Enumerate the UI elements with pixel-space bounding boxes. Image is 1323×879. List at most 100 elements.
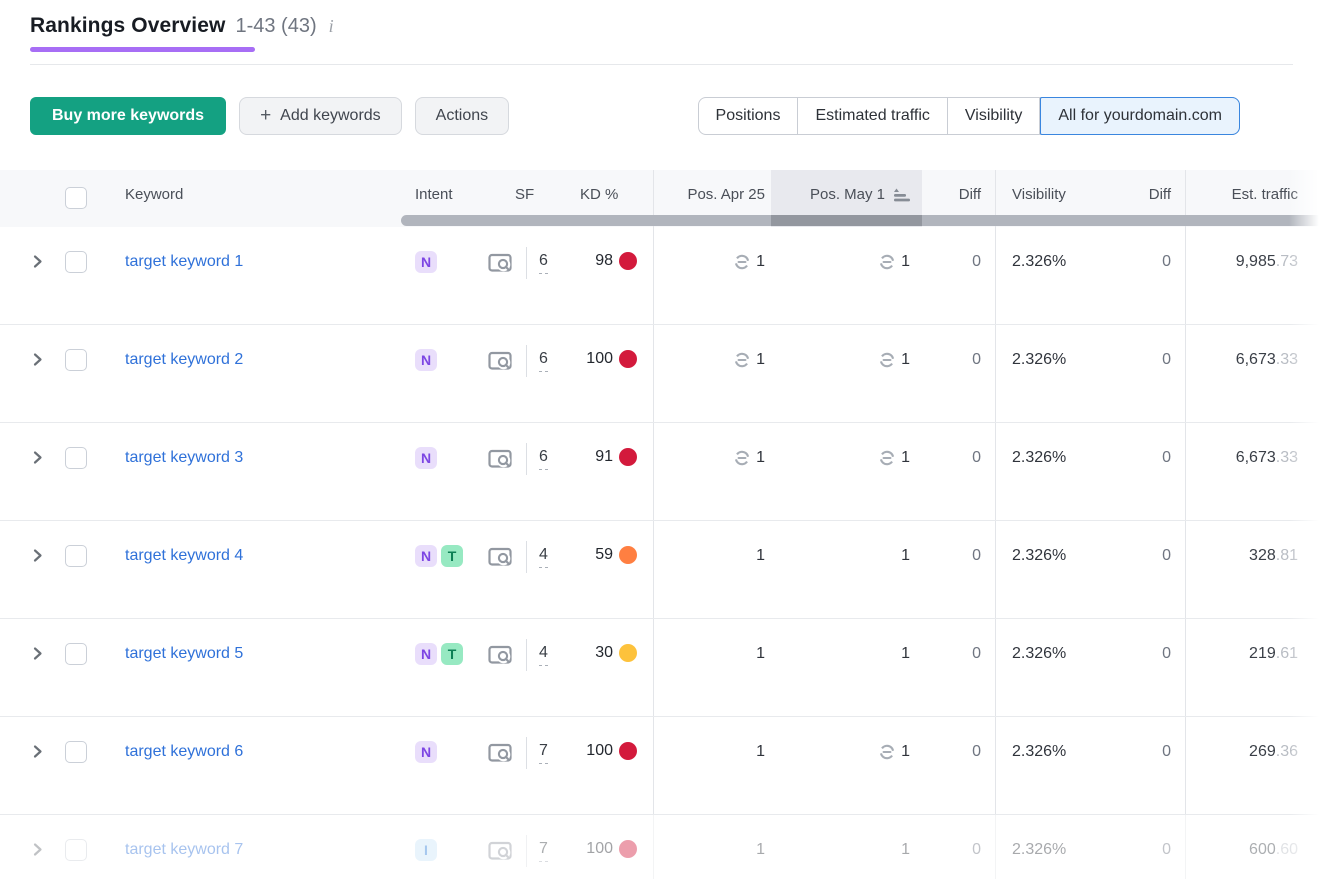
link-icon[interactable] <box>878 743 896 761</box>
diff-value: 0 <box>1162 251 1171 272</box>
sf-divider <box>526 443 527 475</box>
link-icon[interactable] <box>733 449 751 467</box>
keyword-link[interactable]: target keyword 6 <box>125 741 243 763</box>
scrollbar-sorted-segment <box>771 215 922 226</box>
traffic-decimals: .36 <box>1276 741 1298 762</box>
kd-value: 100 <box>586 839 613 859</box>
keyword-link[interactable]: target keyword 5 <box>125 643 243 665</box>
sf-count[interactable]: 6 <box>539 447 548 470</box>
keyword-link[interactable]: target keyword 7 <box>125 839 243 861</box>
tab-all-for-yourdomain-com[interactable]: All for yourdomain.com <box>1040 97 1240 135</box>
diff-value: 0 <box>1162 643 1171 664</box>
serp-features-icon[interactable] <box>488 546 513 568</box>
row-checkbox[interactable] <box>65 839 87 861</box>
traffic-decimals: .60 <box>1276 839 1298 860</box>
horizontal-scrollbar[interactable] <box>401 215 1323 226</box>
pos-may-value: 1 <box>901 545 910 566</box>
actions-button[interactable]: Actions <box>415 97 509 135</box>
sf-count[interactable]: 4 <box>539 545 548 568</box>
sf-count[interactable]: 7 <box>539 839 548 862</box>
row-checkbox[interactable] <box>65 447 87 469</box>
pos-may-value: 1 <box>901 643 910 664</box>
kd-difficulty-dot <box>619 448 637 466</box>
traffic-value: 328 <box>1249 545 1276 566</box>
visibility-value: 2.326% <box>1012 643 1066 664</box>
visibility-value: 2.326% <box>1012 251 1066 272</box>
diff-value: 0 <box>972 741 981 762</box>
expand-chevron-icon[interactable] <box>30 450 45 465</box>
intent-badge-n: N <box>415 741 437 763</box>
serp-features-icon[interactable] <box>488 350 513 372</box>
traffic-value: 6,673 <box>1236 447 1276 468</box>
kd-value: 30 <box>595 643 613 663</box>
select-all-checkbox[interactable] <box>65 187 87 209</box>
pos-may-value: 1 <box>901 349 910 370</box>
link-icon[interactable] <box>733 253 751 271</box>
row-checkbox[interactable] <box>65 643 87 665</box>
serp-features-icon[interactable] <box>488 840 513 862</box>
traffic-decimals: .33 <box>1276 349 1298 370</box>
row-checkbox[interactable] <box>65 741 87 763</box>
keyword-link[interactable]: target keyword 2 <box>125 349 243 371</box>
serp-features-icon[interactable] <box>488 252 513 274</box>
link-icon[interactable] <box>878 351 896 369</box>
keyword-link[interactable]: target keyword 4 <box>125 545 243 567</box>
view-switcher: PositionsEstimated trafficVisibilityAll … <box>698 97 1240 135</box>
sf-count[interactable]: 7 <box>539 741 548 764</box>
serp-features-icon[interactable] <box>488 742 513 764</box>
diff-value: 0 <box>972 447 981 468</box>
serp-features-icon[interactable] <box>488 448 513 470</box>
traffic-value: 269 <box>1249 741 1276 762</box>
intent-badges: N <box>415 717 488 814</box>
tab-visibility[interactable]: Visibility <box>948 98 1041 134</box>
pos-may-value: 1 <box>901 839 910 860</box>
table-row: target keyword 2 N 6 100 <box>0 325 1323 423</box>
pos-apr-value: 1 <box>756 349 765 370</box>
sf-count[interactable]: 6 <box>539 251 548 274</box>
keyword-link[interactable]: target keyword 3 <box>125 447 243 469</box>
link-icon[interactable] <box>878 253 896 271</box>
sf-count[interactable]: 4 <box>539 643 548 666</box>
link-icon[interactable] <box>733 351 751 369</box>
intent-badges: N <box>415 423 488 520</box>
sf-divider <box>526 541 527 573</box>
pos-may-value: 1 <box>901 741 910 762</box>
tab-estimated-traffic[interactable]: Estimated traffic <box>798 98 947 134</box>
diff-value: 0 <box>1162 545 1171 566</box>
expand-chevron-icon[interactable] <box>30 352 45 367</box>
intent-badge-n: N <box>415 349 437 371</box>
row-checkbox[interactable] <box>65 251 87 273</box>
pos-apr-value: 1 <box>756 643 765 664</box>
expand-chevron-icon[interactable] <box>30 254 45 269</box>
expand-chevron-icon[interactable] <box>30 548 45 563</box>
add-keywords-button[interactable]: +Add keywords <box>239 97 402 135</box>
results-range: 1-43 (43) <box>235 15 316 38</box>
expand-chevron-icon[interactable] <box>30 646 45 661</box>
intent-badges: NT <box>415 521 488 618</box>
diff-value: 0 <box>972 251 981 272</box>
sf-count[interactable]: 6 <box>539 349 548 372</box>
sf-divider <box>526 737 527 769</box>
keyword-link[interactable]: target keyword 1 <box>125 251 243 273</box>
visibility-value: 2.326% <box>1012 447 1066 468</box>
traffic-decimals: .81 <box>1276 545 1298 566</box>
tab-positions[interactable]: Positions <box>699 98 799 134</box>
column-keyword[interactable]: Keyword <box>115 170 415 227</box>
traffic-decimals: .61 <box>1276 643 1298 664</box>
title-bar: Rankings Overview 1-43 (43) i <box>0 0 1323 65</box>
serp-features-icon[interactable] <box>488 644 513 666</box>
kd-difficulty-dot <box>619 252 637 270</box>
row-checkbox[interactable] <box>65 349 87 371</box>
intent-badge-t: T <box>441 545 463 567</box>
row-checkbox[interactable] <box>65 545 87 567</box>
sf-divider <box>526 835 527 867</box>
info-icon[interactable]: i <box>327 16 334 37</box>
kd-value: 59 <box>595 545 613 565</box>
kd-difficulty-dot <box>619 644 637 662</box>
buy-more-keywords-button[interactable]: Buy more keywords <box>30 97 226 135</box>
link-icon[interactable] <box>878 449 896 467</box>
expand-chevron-icon[interactable] <box>30 842 45 857</box>
intent-badge-t: T <box>441 643 463 665</box>
kd-value: 91 <box>595 447 613 467</box>
expand-chevron-icon[interactable] <box>30 744 45 759</box>
